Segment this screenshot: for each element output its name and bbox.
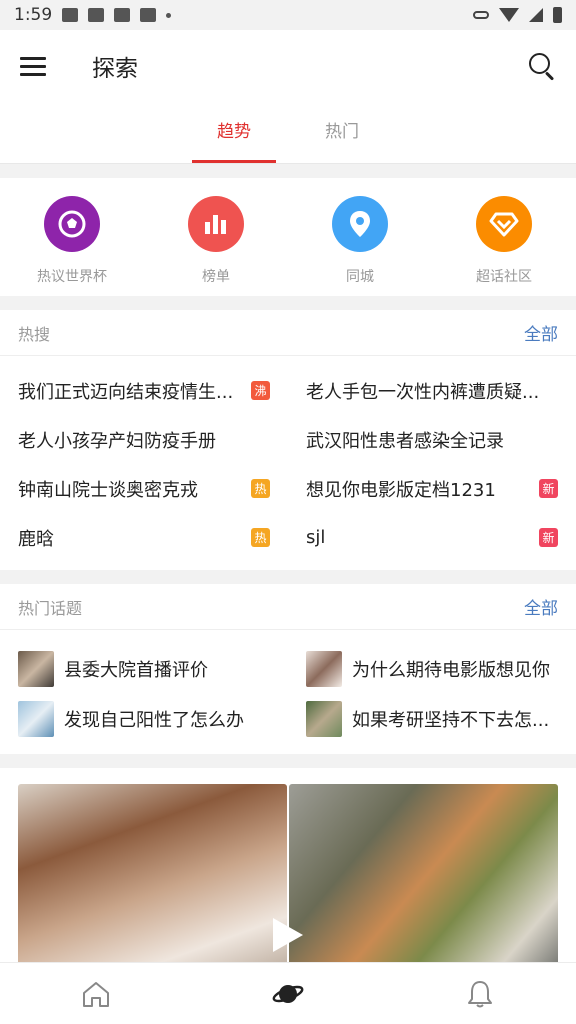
- hot-search-all-link[interactable]: 全部: [524, 320, 558, 345]
- topic-text: 县委大院首播评价: [64, 660, 208, 681]
- topic-item[interactable]: 如果考研坚持不下去怎...: [288, 694, 576, 744]
- category-label: 榜单: [202, 269, 230, 285]
- nav-explore[interactable]: [192, 979, 384, 1009]
- section-title: 热搜: [18, 324, 51, 344]
- category-super-topic[interactable]: 超话社区: [432, 196, 576, 296]
- category-ranking[interactable]: 榜单: [144, 196, 288, 296]
- hot-search-text: 老人小孩孕产妇防疫手册: [18, 430, 216, 452]
- edit-icon: [88, 8, 105, 22]
- hot-search-item[interactable]: 鹿晗 热: [0, 513, 288, 562]
- boil-badge: 沸: [251, 381, 270, 400]
- hot-topics-section: 热门话题 全部 县委大院首播评价 为什么期待电影版想见你 发现自己阳性了怎么办 …: [0, 584, 576, 754]
- topic-text: 发现自己阳性了怎么办: [64, 710, 244, 731]
- topic-item[interactable]: 为什么期待电影版想见你: [288, 644, 576, 694]
- hot-search-item[interactable]: 钟南山院士谈奥密克戎 热: [0, 464, 288, 513]
- page-title: 探索: [92, 56, 138, 82]
- category-worldcup[interactable]: 热议世界杯: [0, 196, 144, 296]
- topic-item[interactable]: 县委大院首播评价: [0, 644, 288, 694]
- status-time: 1:59: [14, 5, 53, 25]
- category-row: 热议世界杯 榜单 同城 超话社区: [0, 178, 576, 296]
- topic-thumbnail: [306, 651, 342, 687]
- hot-search-text: sjl: [306, 527, 326, 548]
- hot-search-section: 热搜 全部 我们正式迈向结束疫情生... 沸 老人手包一次性内裤遭质疑... 老…: [0, 310, 576, 570]
- topic-text: 如果考研坚持不下去怎...: [352, 710, 550, 731]
- hot-search-item[interactable]: 想见你电影版定档1231 新: [288, 464, 576, 513]
- hot-search-item[interactable]: sjl 新: [288, 513, 576, 562]
- tab-trending[interactable]: 趋势: [192, 102, 276, 163]
- tab-bar: 趋势 热门: [0, 102, 576, 164]
- bottom-navigation: [0, 962, 576, 1024]
- hot-badge: 热: [251, 528, 270, 547]
- section-title: 热门话题: [18, 598, 83, 618]
- video-icon: [114, 8, 131, 22]
- hot-search-text: 想见你电影版定档1231: [306, 479, 496, 501]
- image-icon: [62, 8, 79, 22]
- category-label: 热议世界杯: [37, 269, 107, 285]
- tab-hot[interactable]: 热门: [300, 102, 384, 163]
- notification-dot-icon: [166, 12, 172, 18]
- feed-photo[interactable]: [18, 784, 287, 968]
- hot-topics-list: 县委大院首播评价 为什么期待电影版想见你 发现自己阳性了怎么办 如果考研坚持不下…: [0, 630, 576, 754]
- location-pin-icon: [332, 196, 388, 252]
- hot-search-list: 我们正式迈向结束疫情生... 沸 老人手包一次性内裤遭质疑... 老人小孩孕产妇…: [0, 356, 576, 570]
- hot-topics-all-link[interactable]: 全部: [524, 594, 558, 619]
- category-label: 超话社区: [476, 269, 532, 285]
- new-badge: 新: [539, 528, 558, 547]
- menu-icon[interactable]: [20, 56, 46, 76]
- hot-search-item[interactable]: 老人小孩孕产妇防疫手册: [0, 415, 288, 464]
- wifi-icon: [499, 8, 519, 22]
- topic-text: 为什么期待电影版想见你: [352, 660, 550, 681]
- soccer-ball-icon: [44, 196, 100, 252]
- hot-search-text: 老人手包一次性内裤遭质疑...: [306, 381, 540, 403]
- search-icon[interactable]: [528, 52, 556, 81]
- hot-search-text: 武汉阳性患者感染全记录: [306, 430, 504, 452]
- diamond-icon: [476, 196, 532, 252]
- android-icon: [140, 8, 157, 22]
- battery-icon: [553, 7, 562, 23]
- nav-notifications[interactable]: [384, 979, 576, 1009]
- category-local[interactable]: 同城: [288, 196, 432, 296]
- feed-photo[interactable]: [289, 784, 558, 968]
- hot-search-text: 鹿晗: [18, 528, 54, 550]
- hot-search-text: 钟南山院士谈奥密克戎: [18, 479, 198, 501]
- new-badge: 新: [539, 479, 558, 498]
- planet-icon: [272, 984, 304, 1003]
- hot-search-item[interactable]: 老人手包一次性内裤遭质疑...: [288, 366, 576, 415]
- category-label: 同城: [346, 269, 374, 285]
- vpn-key-icon: [473, 11, 489, 19]
- top-app-bar: 探索: [0, 30, 576, 102]
- play-icon[interactable]: [273, 918, 303, 952]
- nav-home[interactable]: [0, 980, 192, 1008]
- signal-icon: [529, 8, 543, 22]
- hot-search-text: 我们正式迈向结束疫情生...: [18, 381, 234, 403]
- hot-search-item[interactable]: 武汉阳性患者感染全记录: [288, 415, 576, 464]
- hot-search-header: 热搜 全部: [0, 310, 576, 356]
- topic-thumbnail: [18, 701, 54, 737]
- topic-item[interactable]: 发现自己阳性了怎么办: [0, 694, 288, 744]
- topic-thumbnail: [306, 701, 342, 737]
- hot-search-item[interactable]: 我们正式迈向结束疫情生... 沸: [0, 366, 288, 415]
- bar-chart-icon: [188, 196, 244, 252]
- home-icon: [83, 981, 109, 1007]
- bell-icon: [468, 980, 492, 1007]
- status-bar: 1:59: [0, 0, 576, 30]
- topic-thumbnail: [18, 651, 54, 687]
- hot-badge: 热: [251, 479, 270, 498]
- hot-topics-header: 热门话题 全部: [0, 584, 576, 630]
